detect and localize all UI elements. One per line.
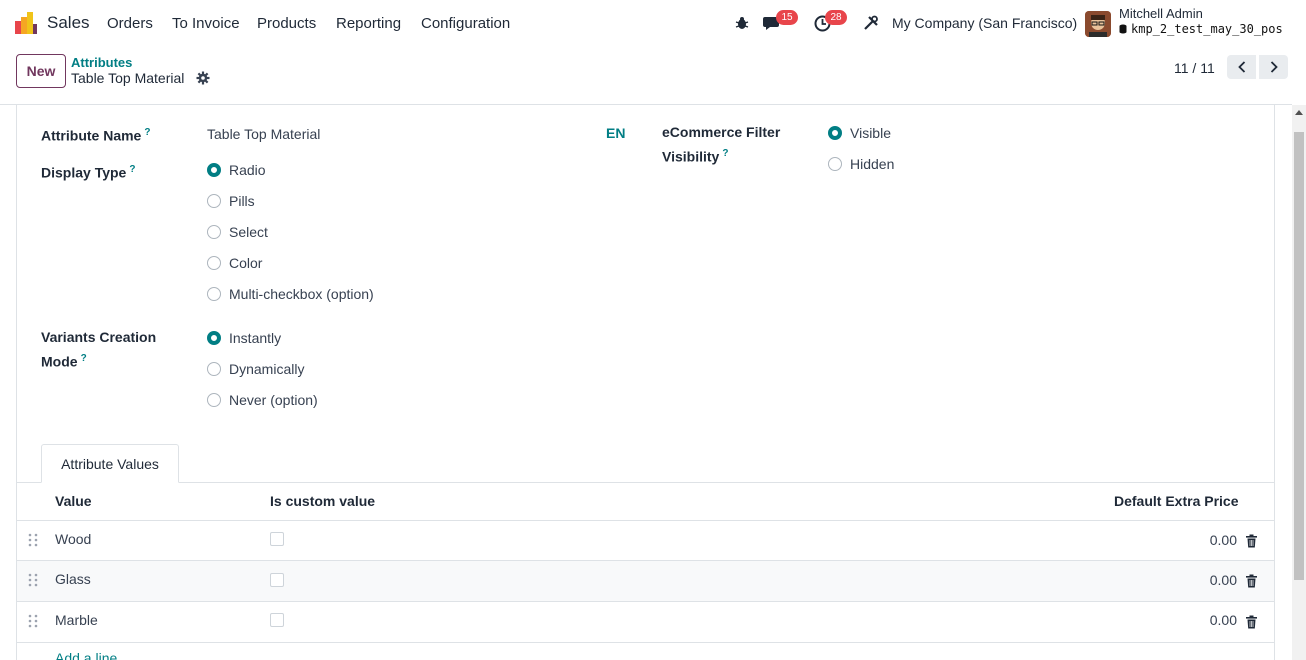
app-name[interactable]: Sales	[47, 13, 90, 33]
radio-dot[interactable]	[207, 362, 221, 376]
row-divider	[17, 601, 1274, 602]
attribute-name-field[interactable]: Table Top Material	[207, 126, 320, 142]
is-custom-checkbox[interactable]	[270, 532, 284, 546]
radio-dot[interactable]	[207, 393, 221, 407]
radio-dot-checked[interactable]	[207, 163, 221, 177]
ecommerce-filter-visibility-label: eCommerce Filter Visibility?	[662, 124, 781, 165]
drag-handle-icon[interactable]	[28, 533, 38, 547]
header-divider	[17, 520, 1274, 521]
is-custom-checkbox[interactable]	[270, 613, 284, 627]
pager-value[interactable]: 11 / 11	[1174, 60, 1215, 76]
row-value[interactable]: Wood	[55, 531, 91, 547]
display-type-color[interactable]: Color	[207, 255, 262, 271]
menu-products[interactable]: Products	[257, 15, 316, 32]
row-value[interactable]: Marble	[55, 612, 98, 628]
radio-dot[interactable]	[828, 157, 842, 171]
record-title: Table Top Material	[71, 70, 185, 86]
ecommerce-visible[interactable]: Visible	[828, 125, 891, 141]
user-avatar[interactable]	[1085, 11, 1111, 37]
language-button[interactable]: EN	[606, 125, 625, 141]
display-type-select[interactable]: Select	[207, 224, 268, 240]
column-header-default-extra-price[interactable]: Default Extra Price	[1114, 493, 1239, 509]
row-price[interactable]: 0.00	[1157, 532, 1237, 548]
radio-dot-checked[interactable]	[828, 126, 842, 140]
company-switcher[interactable]: My Company (San Francisco)	[892, 15, 1077, 31]
scrollbar-thumb[interactable]	[1294, 132, 1304, 580]
radio-dot[interactable]	[207, 225, 221, 239]
display-type-label: Display Type?	[41, 164, 136, 181]
sales-app-icon[interactable]	[15, 12, 37, 34]
debug-bug-icon[interactable]	[732, 13, 752, 33]
variants-dynamically[interactable]: Dynamically	[207, 361, 304, 377]
is-custom-checkbox[interactable]	[270, 573, 284, 587]
activities-badge: 28	[825, 10, 847, 25]
pager-next-button[interactable]	[1259, 55, 1288, 79]
variants-tooltip[interactable]: ?	[81, 353, 87, 364]
database-name-text: kmp_2_test_may_30_pos	[1131, 22, 1283, 36]
menu-reporting[interactable]: Reporting	[336, 15, 401, 32]
trash-icon[interactable]	[1245, 574, 1258, 588]
pager-previous-button[interactable]	[1227, 55, 1256, 79]
column-header-value[interactable]: Value	[55, 493, 92, 509]
variants-never[interactable]: Never (option)	[207, 392, 318, 408]
radio-label: Radio	[229, 162, 266, 178]
drag-handle-icon[interactable]	[28, 573, 38, 587]
table-row-stripe	[17, 561, 1274, 601]
column-header-is-custom[interactable]: Is custom value	[270, 493, 375, 509]
messages-badge: 15	[776, 10, 798, 25]
database-icon	[1119, 24, 1127, 34]
variants-creation-mode-label: Variants Creation Mode?	[41, 329, 157, 370]
top-navbar: Sales Orders To Invoice Products Reporti…	[0, 0, 1306, 46]
attribute-name-label: Attribute Name?	[41, 127, 151, 144]
display-type-pills[interactable]: Pills	[207, 193, 255, 209]
tools-icon[interactable]	[861, 13, 881, 33]
select-label: Select	[229, 224, 268, 240]
color-label: Color	[229, 255, 263, 271]
display-type-radio[interactable]: Radio	[207, 162, 266, 178]
display-type-tooltip[interactable]: ?	[129, 164, 135, 175]
row-price[interactable]: 0.00	[1157, 612, 1237, 628]
trash-icon[interactable]	[1245, 534, 1258, 548]
ecommerce-tooltip[interactable]: ?	[722, 148, 728, 159]
row-divider	[17, 642, 1274, 643]
add-a-line-link[interactable]: Add a line	[55, 650, 117, 660]
display-type-multi-checkbox[interactable]: Multi-checkbox (option)	[207, 286, 374, 302]
visible-label: Visible	[850, 125, 891, 141]
attribute-name-tooltip[interactable]: ?	[144, 127, 150, 138]
user-name[interactable]: Mitchell Admin	[1119, 6, 1203, 21]
row-price[interactable]: 0.00	[1157, 572, 1237, 588]
new-button[interactable]: New	[16, 54, 66, 88]
trash-icon[interactable]	[1245, 615, 1258, 629]
row-value[interactable]: Glass	[55, 571, 91, 587]
drag-handle-icon[interactable]	[28, 614, 38, 628]
multi-checkbox-label: Multi-checkbox (option)	[229, 286, 374, 302]
radio-dot[interactable]	[207, 256, 221, 270]
instantly-label: Instantly	[229, 330, 282, 346]
dynamically-label: Dynamically	[229, 361, 305, 377]
gear-icon[interactable]	[196, 71, 210, 85]
tab-divider	[17, 482, 1274, 483]
breadcrumb-attributes[interactable]: Attributes	[71, 55, 132, 70]
pills-label: Pills	[229, 193, 255, 209]
scroll-up-arrow[interactable]	[1295, 110, 1303, 115]
radio-dot-checked[interactable]	[207, 331, 221, 345]
chevron-right-icon	[1270, 61, 1278, 73]
menu-configuration[interactable]: Configuration	[421, 15, 510, 32]
variants-instantly[interactable]: Instantly	[207, 330, 281, 346]
radio-dot[interactable]	[207, 287, 221, 301]
database-name: kmp_2_test_may_30_pos	[1119, 22, 1283, 36]
menu-to-invoice[interactable]: To Invoice	[172, 15, 240, 32]
menu-orders[interactable]: Orders	[107, 15, 153, 32]
hidden-label: Hidden	[850, 156, 895, 172]
chevron-left-icon	[1237, 61, 1245, 73]
radio-dot[interactable]	[207, 194, 221, 208]
tab-attribute-values[interactable]: Attribute Values	[41, 444, 179, 483]
never-label: Never (option)	[229, 392, 318, 408]
ecommerce-hidden[interactable]: Hidden	[828, 156, 894, 172]
